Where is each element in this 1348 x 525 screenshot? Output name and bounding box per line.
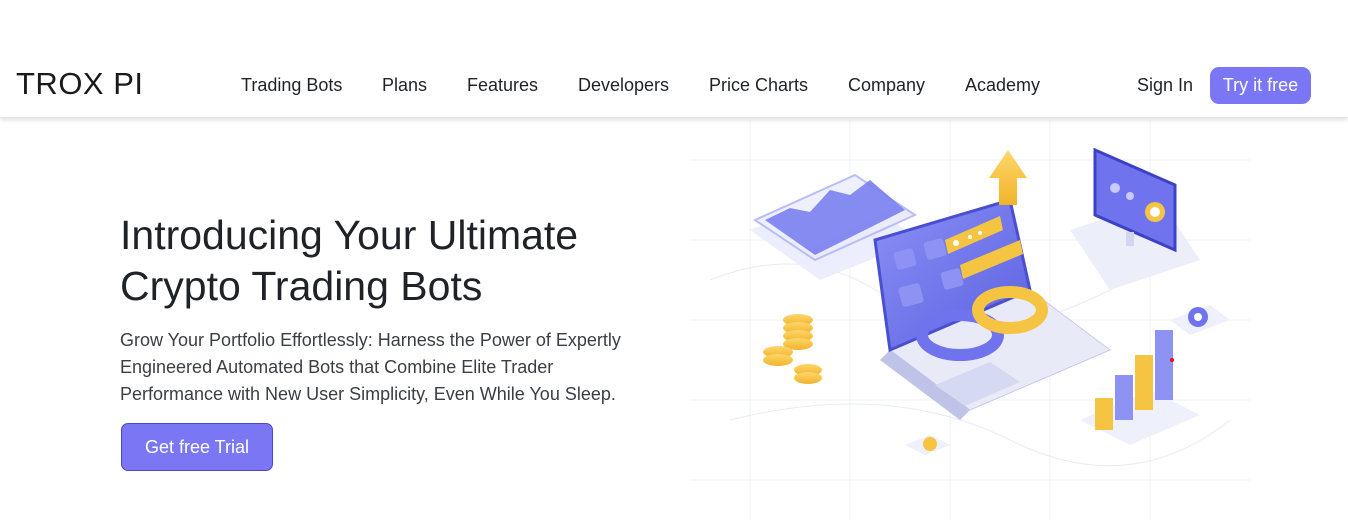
nav-item-trading-bots[interactable]: Trading Bots — [241, 75, 342, 96]
nav-item-developers[interactable]: Developers — [578, 75, 669, 96]
gear-icon — [1170, 305, 1230, 335]
nav-item-price-charts[interactable]: Price Charts — [709, 75, 808, 96]
nav-item-plans[interactable]: Plans — [382, 75, 427, 96]
monitor-icon — [1070, 147, 1200, 290]
top-navbar: TROX PI Trading Bots Plans Features Deve… — [0, 0, 1348, 118]
hero-title-line1: Introducing Your Ultimate — [120, 212, 579, 258]
hero-title-line2: Crypto Trading Bots — [120, 263, 483, 309]
try-it-free-button[interactable]: Try it free — [1210, 67, 1311, 104]
sign-in-link[interactable]: Sign In — [1137, 75, 1193, 96]
nav-item-academy[interactable]: Academy — [965, 75, 1040, 96]
nav-item-features[interactable]: Features — [467, 75, 538, 96]
hero-subtitle: Grow Your Portfolio Effortlessly: Harnes… — [120, 330, 621, 404]
hero-illustration — [690, 120, 1250, 520]
small-gear-icon — [905, 435, 950, 455]
arrow-up-icon — [989, 150, 1027, 205]
get-free-trial-button[interactable]: Get free Trial — [121, 423, 273, 471]
brand-logo[interactable]: TROX PI — [16, 66, 144, 102]
nav-item-company[interactable]: Company — [848, 75, 925, 96]
coin-stack-icon — [763, 314, 822, 384]
hero-title: Introducing Your Ultimate Crypto Trading… — [120, 210, 680, 312]
